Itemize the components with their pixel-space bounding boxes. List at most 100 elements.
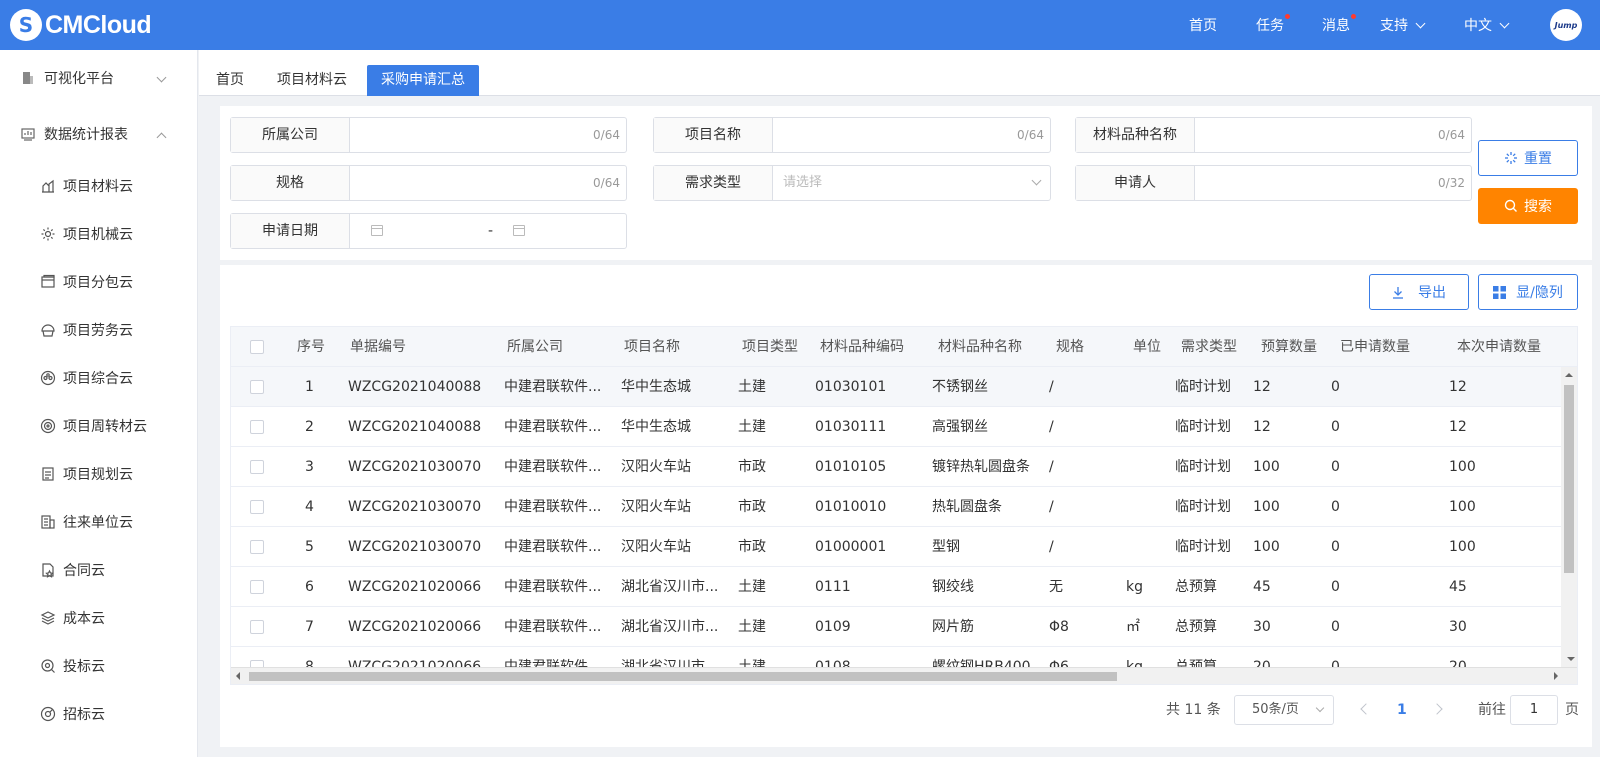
sidebar-item-bidding-cloud[interactable]: 招标云 [0, 690, 197, 738]
horizontal-scrollbar[interactable] [231, 657, 1577, 684]
reset-button[interactable]: 重置 [1478, 140, 1578, 176]
cell-current-qty: 100 [1449, 459, 1476, 475]
row-checkbox[interactable] [250, 540, 264, 554]
nav-home[interactable]: 首页 [1189, 15, 1217, 35]
nav-support[interactable]: 支持 [1380, 15, 1426, 35]
row-checkbox[interactable] [250, 580, 264, 594]
sidebar-item-partner-cloud[interactable]: 往来单位云 [0, 498, 197, 546]
vertical-scrollbar[interactable] [1561, 367, 1577, 667]
cell-current-qty: 30 [1449, 619, 1467, 635]
cell-spec: / [1049, 419, 1054, 435]
page-size-select[interactable]: 50条/页 [1234, 695, 1334, 725]
sidebar-group-label: 可视化平台 [44, 71, 114, 87]
material-name-input[interactable]: 0/64 [1195, 118, 1471, 152]
cell-demand-type: 临时计划 [1175, 419, 1231, 435]
sidebar-item-subcontract-cloud[interactable]: 项目分包云 [0, 258, 197, 306]
column-header[interactable]: 单位 [1133, 327, 1161, 367]
table-row[interactable]: 5 WZCG2021030070 中建君联软件... 汉阳火车站 市政 0100… [231, 527, 1561, 567]
row-checkbox[interactable] [250, 460, 264, 474]
search-button[interactable]: 搜索 [1478, 188, 1578, 224]
project-name-input[interactable]: 0/64 [773, 118, 1050, 152]
language-switcher[interactable]: 中文 [1464, 15, 1510, 35]
cell-budget-qty: 12 [1253, 379, 1271, 395]
nav-tasks[interactable]: 任务 [1256, 14, 1290, 35]
sidebar-item-turnover-cloud[interactable]: 项目周转材云 [0, 402, 197, 450]
column-header[interactable]: 本次申请数量 [1457, 327, 1541, 367]
column-header[interactable]: 材料品种编码 [820, 327, 904, 367]
column-header[interactable]: 材料品种名称 [938, 327, 1022, 367]
table-row[interactable]: 1 WZCG2021040088 中建君联软件... 华中生态城 土建 0103… [231, 367, 1561, 407]
tab-purchase-summary[interactable]: 采购申请汇总 [367, 65, 479, 96]
table-header: 序号 单据编号 所属公司 项目名称 项目类型 材料品种编码 材料品种名称 规格 … [231, 327, 1577, 367]
sidebar-item-label: 项目规划云 [63, 467, 133, 483]
company-field: 所属公司 0/64 [230, 117, 627, 153]
column-header[interactable]: 所属公司 [507, 327, 563, 367]
tabs-bar: 首页 项目材料云 采购申请汇总 [199, 50, 1600, 96]
column-header[interactable]: 单据编号 [350, 327, 406, 367]
column-header[interactable]: 项目类型 [742, 327, 798, 367]
table-row[interactable]: 2 WZCG2021040088 中建君联软件... 华中生态城 土建 0103… [231, 407, 1561, 447]
column-header[interactable]: 需求类型 [1181, 327, 1237, 367]
loading-icon [1504, 151, 1518, 165]
scroll-up-icon[interactable] [1565, 369, 1573, 377]
avatar[interactable]: Jump [1550, 9, 1582, 41]
char-counter: 0/32 [1438, 176, 1465, 190]
column-header[interactable]: 预算数量 [1261, 327, 1317, 367]
tab-home[interactable]: 首页 [202, 65, 258, 96]
sidebar-group-reports[interactable]: 数据统计报表 [0, 106, 197, 162]
select-all-checkbox[interactable] [250, 340, 264, 354]
sidebar-item-tender-cloud[interactable]: 投标云 [0, 642, 197, 690]
toggle-columns-button[interactable]: 显/隐列 [1478, 274, 1578, 310]
apply-date-range[interactable]: - [350, 214, 626, 248]
column-header[interactable]: 规格 [1056, 327, 1084, 367]
char-counter: 0/64 [1017, 128, 1044, 142]
cell-project: 湖北省汉川市... [621, 579, 719, 595]
tab-material-cloud[interactable]: 项目材料云 [263, 65, 361, 96]
row-checkbox[interactable] [250, 620, 264, 634]
sidebar-item-label: 合同云 [63, 563, 105, 579]
scroll-left-icon[interactable] [232, 672, 240, 680]
scroll-right-icon[interactable] [1554, 672, 1562, 680]
column-header[interactable]: 序号 [297, 327, 325, 367]
chevron-down-icon [1315, 703, 1325, 713]
current-page[interactable]: 1 [1397, 695, 1407, 725]
cell-spec: Φ8 [1049, 619, 1069, 635]
row-checkbox[interactable] [250, 420, 264, 434]
cell-applied-qty: 0 [1331, 579, 1340, 595]
column-header[interactable]: 项目名称 [624, 327, 680, 367]
demand-type-select[interactable]: 请选择 [773, 166, 1050, 200]
cell-demand-type: 临时计划 [1175, 539, 1231, 555]
row-checkbox[interactable] [250, 500, 264, 514]
table-row[interactable]: 7 WZCG2021020066 中建君联软件... 湖北省汉川市... 土建 … [231, 607, 1561, 647]
applicant-input[interactable]: 0/32 [1195, 166, 1471, 200]
cell-material-name: 型钢 [932, 539, 960, 555]
sidebar-item-labor-cloud[interactable]: 项目劳务云 [0, 306, 197, 354]
sidebar-item-machinery-cloud[interactable]: 项目机械云 [0, 210, 197, 258]
cell-budget-qty: 100 [1253, 539, 1280, 555]
cell-project-type: 土建 [738, 579, 766, 595]
row-checkbox[interactable] [250, 380, 264, 394]
table-row[interactable]: 3 WZCG2021030070 中建君联软件... 汉阳火车站 市政 0101… [231, 447, 1561, 487]
spec-input[interactable]: 0/64 [350, 166, 626, 200]
sidebar-group-visualization[interactable]: 可视化平台 [0, 50, 197, 106]
sidebar-item-comprehensive-cloud[interactable]: 项目综合云 [0, 354, 197, 402]
table-row[interactable]: 4 WZCG2021030070 中建君联软件... 汉阳火车站 市政 0101… [231, 487, 1561, 527]
applicant-field: 申请人 0/32 [1075, 165, 1472, 201]
demand-type-label: 需求类型 [654, 166, 773, 200]
table-row[interactable]: 6 WZCG2021020066 中建君联软件... 湖北省汉川市... 土建 … [231, 567, 1561, 607]
sidebar-item-cost-cloud[interactable]: 成本云 [0, 594, 197, 642]
brand-logo[interactable]: S CMCloud [10, 0, 152, 50]
cell-budget-qty: 12 [1253, 419, 1271, 435]
page-jump-input[interactable]: 1 [1510, 695, 1558, 725]
sidebar-item-label: 成本云 [63, 611, 105, 627]
sidebar-item-planning-cloud[interactable]: 项目规划云 [0, 450, 197, 498]
sidebar-item-material-cloud[interactable]: 项目材料云 [0, 162, 197, 210]
horizontal-scroll-thumb[interactable] [249, 672, 1117, 681]
export-button[interactable]: 导出 [1369, 274, 1469, 310]
sidebar-item-contract-cloud[interactable]: 合同云 [0, 546, 197, 594]
scroll-down-icon[interactable] [1567, 657, 1575, 665]
vertical-scroll-thumb[interactable] [1564, 385, 1574, 573]
column-header[interactable]: 已申请数量 [1340, 327, 1410, 367]
nav-messages[interactable]: 消息 [1322, 14, 1356, 35]
company-input[interactable]: 0/64 [350, 118, 626, 152]
